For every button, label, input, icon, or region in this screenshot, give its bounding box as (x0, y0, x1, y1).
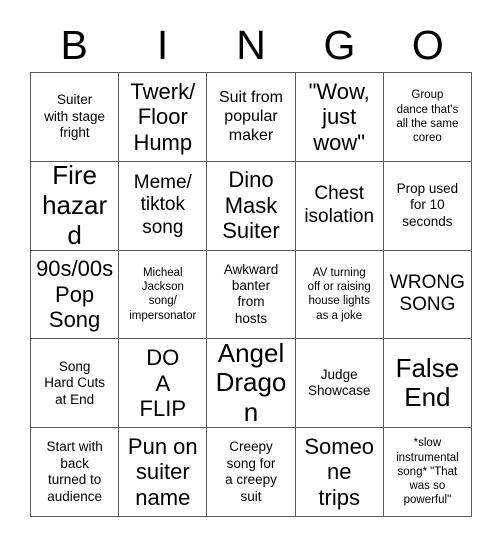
bingo-header-letter-n: N (236, 21, 266, 68)
bingo-cell-label: DO A FLIP (139, 345, 187, 422)
bingo-cell-label: Meme/ tiktok song (133, 172, 192, 238)
bingo-card: B I N G O Suiter with stage fright Twerk/… (0, 0, 500, 544)
bingo-cell-r5c3[interactable]: Creepy song for a creepy suit (207, 428, 296, 517)
bingo-header-letter-b: B (60, 21, 88, 68)
bingo-grid: Suiter with stage fright Twerk/ Floor Hum… (30, 72, 472, 517)
bingo-cell-r3c1[interactable]: 90s/00s Pop Song (31, 250, 120, 340)
bingo-cell-label: Creepy song for a creepy suit (225, 439, 277, 504)
bingo-cell-label: Twerk/ Floor Hump (130, 78, 196, 155)
bingo-cell-r3c4[interactable]: AV turning off or raising house lights a… (295, 250, 384, 340)
bingo-cell-label: Suiter with stage fright (44, 92, 105, 141)
bingo-cell-r3c2[interactable]: Micheal Jackson song/ impersonator (119, 250, 208, 340)
bingo-cell-r2c3[interactable]: Dino Mask Suiter (207, 161, 296, 251)
bingo-cell-label: *slow instrumental song* "That was so po… (396, 437, 459, 507)
bingo-cell-r2c2[interactable]: Meme/ tiktok song (119, 161, 208, 251)
bingo-cell-r4c3[interactable]: Angel Dragon (207, 339, 296, 429)
bingo-cell-label: Suit from popular maker (218, 89, 283, 145)
bingo-cell-r4c5[interactable]: False End (383, 339, 472, 429)
bingo-cell-label: Awkward banter from hosts (223, 261, 279, 326)
bingo-cell-r4c1[interactable]: Song Hard Cuts at End (31, 339, 120, 429)
bingo-cell-r1c1[interactable]: Suiter with stage fright (31, 73, 120, 162)
bingo-cell-r3c3[interactable]: Awkward banter from hosts (207, 250, 296, 340)
bingo-header-letter-i: I (156, 21, 169, 68)
bingo-cell-label: Group dance that's all the same coreo (396, 89, 459, 145)
bingo-cell-r2c4[interactable]: Chest isolation (295, 161, 384, 251)
bingo-cell-r5c1[interactable]: Start with back turned to audience (31, 428, 120, 517)
bingo-cell-r2c1[interactable]: Fire hazard (31, 161, 120, 251)
bingo-cell-r5c2[interactable]: Pun on suiter name (119, 428, 208, 517)
bingo-cell-label: Someone trips (304, 433, 375, 510)
bingo-cell-label: False End (395, 352, 460, 413)
bingo-cell-r5c4[interactable]: Someone trips (295, 428, 384, 517)
bingo-cell-r1c2[interactable]: Twerk/ Floor Hump (119, 73, 208, 162)
bingo-cell-label: Start with back turned to audience (46, 439, 103, 504)
bingo-cell-r4c2[interactable]: DO A FLIP (119, 339, 208, 429)
bingo-cell-label: WRONG SONG (389, 272, 465, 316)
bingo-cell-label: Micheal Jackson song/ impersonator (129, 266, 197, 322)
bingo-cell-r1c3[interactable]: Suit from popular maker (207, 73, 296, 162)
bingo-cell-label: Angel Dragon (215, 339, 287, 428)
bingo-cell-label: "Wow, just wow" (308, 78, 370, 155)
bingo-cell-label: Prop used for 10 seconds (396, 180, 459, 229)
bingo-cell-label: Judge Showcase (308, 366, 371, 399)
bingo-cell-label: Song Hard Cuts at End (44, 358, 105, 407)
bingo-cell-r4c4[interactable]: Judge Showcase (295, 339, 384, 429)
bingo-header-letter-g: G (323, 21, 356, 68)
bingo-cell-r1c4[interactable]: "Wow, just wow" (295, 73, 384, 162)
bingo-cell-r1c5[interactable]: Group dance that's all the same coreo (383, 73, 472, 162)
bingo-header-letter-o: O (411, 21, 444, 68)
bingo-cell-r3c5[interactable]: WRONG SONG (383, 250, 472, 340)
bingo-header-row: B I N G O (30, 18, 472, 72)
bingo-cell-label: Dino Mask Suiter (222, 167, 280, 244)
bingo-cell-label: 90s/00s Pop Song (36, 256, 114, 333)
bingo-cell-label: Chest isolation (304, 183, 375, 227)
bingo-cell-r5c5[interactable]: *slow instrumental song* "That was so po… (383, 428, 472, 517)
bingo-cell-r2c5[interactable]: Prop used for 10 seconds (383, 161, 472, 251)
bingo-cell-label: AV turning off or raising house lights a… (307, 266, 371, 322)
bingo-cell-label: Fire hazard (42, 161, 108, 250)
bingo-cell-label: Pun on suiter name (127, 433, 198, 510)
